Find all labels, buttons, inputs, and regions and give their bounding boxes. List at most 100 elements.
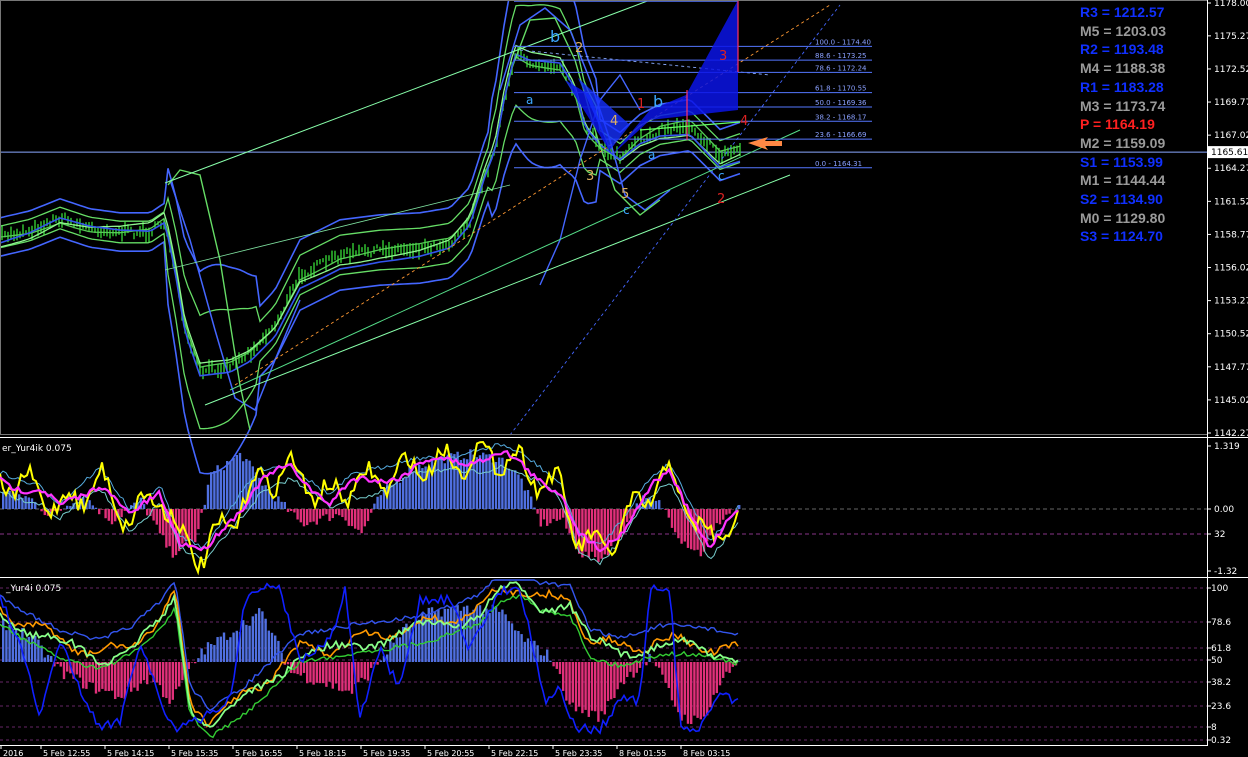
osc2-histogram-bar [555,662,558,669]
osc1-histogram-bar [194,509,197,543]
osc2-tick-label: 0.32 [1211,736,1231,746]
osc2-histogram-bar [712,662,715,695]
osc2-histogram-bar [245,624,248,662]
pivot-level-s: S3 = 1124.70 [1080,228,1163,245]
osc1-histogram-bar [485,454,488,509]
osc2-histogram-bar [523,641,526,662]
osc1-histogram-bar [146,509,149,516]
osc2-histogram-bar [302,662,306,673]
osc1-histogram-bar [40,509,43,512]
osc2-histogram-bar [98,662,101,692]
osc2-histogram-bar [222,632,226,662]
osc1-histogram-bar [475,457,478,509]
osc2-histogram-bar [43,657,46,662]
osc1-histogram-bar [107,509,110,521]
osc2-histogram-bar [190,662,194,663]
osc2-histogram-bar [280,653,283,662]
osc2-histogram-bar [261,611,264,662]
osc2-histogram-bar [85,662,88,689]
osc2-histogram-bar [350,662,354,694]
osc1-tick-label: 0.00 [1214,505,1234,515]
pivot-level-m: M5 = 1203.03 [1080,22,1167,39]
price-tick-label: 1178.00 [1214,0,1248,9]
osc2-histogram-bar [392,642,395,662]
time-tick-label: 2016 [3,749,23,757]
time-tick-label: 8 Feb 03:15 [683,749,730,757]
price-tick-label: 1167.02 [1214,131,1248,141]
osc2-histogram-bar [552,662,555,667]
osc2-histogram-bar [50,656,53,662]
osc1-histogram-bar [206,484,210,509]
osc2-histogram-bar [690,662,693,725]
pattern-green-line [639,121,741,131]
osc2-histogram-bar [40,645,43,662]
osc1-histogram-bar [715,509,718,524]
time-tick-label: 8 Feb 01:55 [619,749,666,757]
osc1-histogram-bar [30,498,34,509]
price-tick-label: 1161.52 [1214,197,1248,207]
wave-label-blue: b [550,27,560,46]
osc1-histogram-bar [341,509,344,518]
osc2-histogram-bar [274,635,277,662]
osc2-histogram-bar [312,662,315,685]
osc1-histogram-bar [200,509,203,513]
osc2-histogram-bar [597,662,600,722]
osc1-fast-line [0,440,739,576]
pivot-level-s: S1 = 1153.99 [1080,153,1163,170]
pivot-level-m: M1 = 1144.44 [1080,172,1166,189]
osc2-histogram-bar [251,616,254,662]
osc2-histogram-bar [142,662,146,681]
osc1-histogram-bar [654,500,658,509]
osc1-histogram-bar [2,491,5,509]
price-tick-label: 1145.02 [1214,396,1248,406]
main-price-panel[interactable]: 100.0 - 1174.40 88.6 - 1173.25 78.6 - 1172… [0,0,1208,475]
osc1-histogram-bar [542,509,546,520]
osc1-histogram-bar [347,509,350,526]
osc1-histogram-bar [539,509,542,527]
price-tick-label: 1150.52 [1214,330,1248,340]
osc2-histogram-bar [242,620,245,662]
osc2-histogram-bar [27,636,30,662]
osc2-histogram-bar [360,662,363,678]
osc2-histogram-bar [341,662,344,692]
osc1-histogram-bar [552,509,555,519]
osc1-tick-label: 32 [1214,530,1225,540]
oscillator-panel-2[interactable] [0,579,1207,741]
osc2-histogram-bar [542,655,546,662]
osc1-histogram-bar [677,509,680,539]
osc1-histogram-bar [469,449,472,509]
price-tick-label: 1175.27 [1214,32,1248,42]
price-tick-label: 1164.27 [1214,164,1248,174]
osc1-histogram-bar [430,459,434,509]
chart-axes: 1178.00 1175.27 1172.52 1169.77 1167.02 1164.… [0,0,1248,757]
osc2-tick-label: 23.6 [1211,702,1231,712]
fib-dashed-orange [234,4,831,386]
osc2-histogram-bar [667,662,670,688]
osc1-histogram-bar [373,503,376,509]
osc2-histogram-bar [494,606,498,662]
osc1-histogram-bar [398,482,402,509]
osc1-histogram-bar [357,509,360,530]
osc1-histogram-bar [507,468,510,509]
trading-chart[interactable]: 100.0 - 1174.40 88.6 - 1173.25 78.6 - 1172… [0,0,1248,757]
price-tick-label: 1153.27 [1214,297,1248,307]
osc1-histogram-bar [299,509,302,523]
osc1-histogram-bar [392,484,395,509]
osc1-histogram-bar [478,455,482,509]
osc1-histogram-bar [366,509,370,522]
osc1-histogram-bar [155,509,158,525]
osc1-histogram-bar [558,509,562,520]
wave-label-blue: c [623,203,630,217]
oscillator-panel-1[interactable] [0,440,1207,576]
osc1-histogram-bar [344,509,347,521]
osc2-histogram-bar [654,662,658,667]
osc1-histogram-bar [286,509,290,513]
osc2-histogram-bar [603,662,606,715]
osc2-histogram-bar [574,662,578,712]
osc2-green-line [0,581,739,728]
osc2-histogram-bar [558,662,562,675]
time-tick-label: 5 Feb 19:35 [363,749,410,757]
osc2-histogram-bar [162,662,165,698]
wave-label-gold: 4 [610,114,618,129]
osc2-histogram-bar [75,662,78,675]
